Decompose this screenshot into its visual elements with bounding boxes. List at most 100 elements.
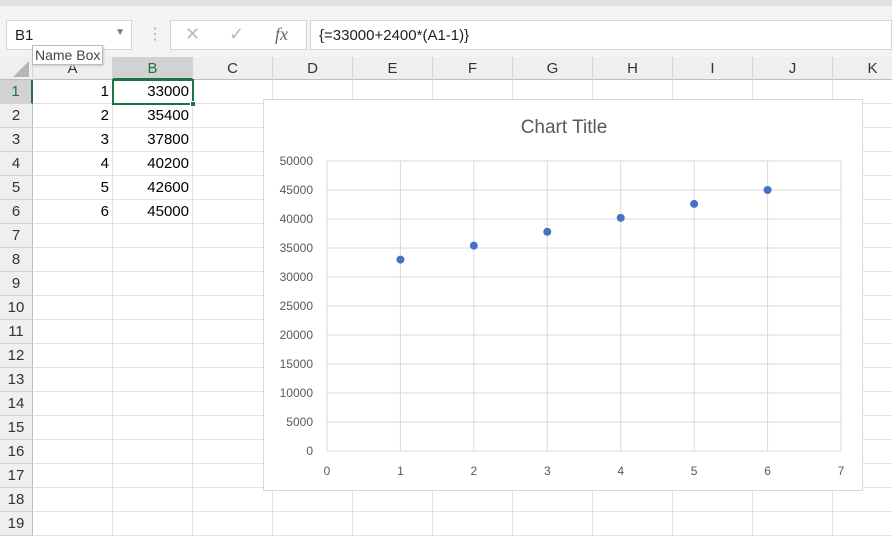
cell-A18[interactable]: [33, 488, 113, 512]
cell-B11[interactable]: [113, 320, 193, 344]
cell-B5[interactable]: 42600: [113, 176, 193, 200]
cell-K19[interactable]: [833, 512, 892, 536]
cell-A11[interactable]: [33, 320, 113, 344]
column-header-E[interactable]: E: [353, 57, 433, 80]
cell-B10[interactable]: [113, 296, 193, 320]
cell-B18[interactable]: [113, 488, 193, 512]
column-header-B[interactable]: B: [113, 57, 193, 80]
cell-A5[interactable]: 5: [33, 176, 113, 200]
cell-C4[interactable]: [193, 152, 273, 176]
cell-C8[interactable]: [193, 248, 273, 272]
select-all-button[interactable]: [0, 57, 33, 80]
cell-B3[interactable]: 37800: [113, 128, 193, 152]
cell-C18[interactable]: [193, 488, 273, 512]
cell-A2[interactable]: 2: [33, 104, 113, 128]
cell-B19[interactable]: [113, 512, 193, 536]
row-header-19[interactable]: 19: [0, 512, 33, 536]
cell-B16[interactable]: [113, 440, 193, 464]
cell-B6[interactable]: 45000: [113, 200, 193, 224]
cell-A10[interactable]: [33, 296, 113, 320]
cell-I19[interactable]: [673, 512, 753, 536]
row-header-5[interactable]: 5: [0, 176, 33, 200]
cell-C6[interactable]: [193, 200, 273, 224]
cell-C3[interactable]: [193, 128, 273, 152]
cell-A15[interactable]: [33, 416, 113, 440]
cell-C10[interactable]: [193, 296, 273, 320]
chart[interactable]: Chart Title 0 5000 10000 15000 20000 25000 3000…: [263, 99, 863, 491]
cell-C19[interactable]: [193, 512, 273, 536]
row-header-7[interactable]: 7: [0, 224, 33, 248]
cell-A9[interactable]: [33, 272, 113, 296]
cell-A4[interactable]: 4: [33, 152, 113, 176]
row-header-11[interactable]: 11: [0, 320, 33, 344]
column-header-H[interactable]: H: [593, 57, 673, 80]
cell-B9[interactable]: [113, 272, 193, 296]
cell-A12[interactable]: [33, 344, 113, 368]
cell-C12[interactable]: [193, 344, 273, 368]
cell-C15[interactable]: [193, 416, 273, 440]
cell-B15[interactable]: [113, 416, 193, 440]
column-header-D[interactable]: D: [273, 57, 353, 80]
cell-A7[interactable]: [33, 224, 113, 248]
cell-A14[interactable]: [33, 392, 113, 416]
cell-B4[interactable]: 40200: [113, 152, 193, 176]
cell-C1[interactable]: [193, 80, 273, 104]
cell-A19[interactable]: [33, 512, 113, 536]
insert-function-icon[interactable]: fx: [275, 24, 288, 45]
cell-J19[interactable]: [753, 512, 833, 536]
row-header-12[interactable]: 12: [0, 344, 33, 368]
cell-A3[interactable]: 3: [33, 128, 113, 152]
cell-C14[interactable]: [193, 392, 273, 416]
row-header-13[interactable]: 13: [0, 368, 33, 392]
cell-C7[interactable]: [193, 224, 273, 248]
cell-A1[interactable]: 1: [33, 80, 113, 104]
cell-G19[interactable]: [513, 512, 593, 536]
row-header-10[interactable]: 10: [0, 296, 33, 320]
cell-B2[interactable]: 35400: [113, 104, 193, 128]
cell-H19[interactable]: [593, 512, 673, 536]
cell-F19[interactable]: [433, 512, 513, 536]
column-header-I[interactable]: I: [673, 57, 753, 80]
column-header-F[interactable]: F: [433, 57, 513, 80]
cell-A13[interactable]: [33, 368, 113, 392]
cell-E19[interactable]: [353, 512, 433, 536]
row-header-15[interactable]: 15: [0, 416, 33, 440]
column-header-C[interactable]: C: [193, 57, 273, 80]
row-header-8[interactable]: 8: [0, 248, 33, 272]
row-header-6[interactable]: 6: [0, 200, 33, 224]
row-header-3[interactable]: 3: [0, 128, 33, 152]
cell-B17[interactable]: [113, 464, 193, 488]
cell-B13[interactable]: [113, 368, 193, 392]
column-header-J[interactable]: J: [753, 57, 833, 80]
cell-B8[interactable]: [113, 248, 193, 272]
cell-B14[interactable]: [113, 392, 193, 416]
cell-C5[interactable]: [193, 176, 273, 200]
fill-handle[interactable]: [190, 101, 196, 107]
cell-A16[interactable]: [33, 440, 113, 464]
cell-A6[interactable]: 6: [33, 200, 113, 224]
row-header-4[interactable]: 4: [0, 152, 33, 176]
row-header-14[interactable]: 14: [0, 392, 33, 416]
cell-C2[interactable]: [193, 104, 273, 128]
cell-C13[interactable]: [193, 368, 273, 392]
cell-D19[interactable]: [273, 512, 353, 536]
row-header-2[interactable]: 2: [0, 104, 33, 128]
column-header-G[interactable]: G: [513, 57, 593, 80]
enter-icon[interactable]: ✓: [229, 24, 244, 45]
cell-B7[interactable]: [113, 224, 193, 248]
cell-A17[interactable]: [33, 464, 113, 488]
chevron-down-icon[interactable]: ▼: [115, 27, 125, 38]
cell-C9[interactable]: [193, 272, 273, 296]
row-header-16[interactable]: 16: [0, 440, 33, 464]
row-header-18[interactable]: 18: [0, 488, 33, 512]
row-header-17[interactable]: 17: [0, 464, 33, 488]
row-header-9[interactable]: 9: [0, 272, 33, 296]
cell-C16[interactable]: [193, 440, 273, 464]
cell-C17[interactable]: [193, 464, 273, 488]
cancel-icon[interactable]: ✕: [185, 24, 200, 45]
cell-C11[interactable]: [193, 320, 273, 344]
cell-B12[interactable]: [113, 344, 193, 368]
row-header-1[interactable]: 1: [0, 80, 33, 104]
column-header-K[interactable]: K: [833, 57, 892, 80]
cell-A8[interactable]: [33, 248, 113, 272]
